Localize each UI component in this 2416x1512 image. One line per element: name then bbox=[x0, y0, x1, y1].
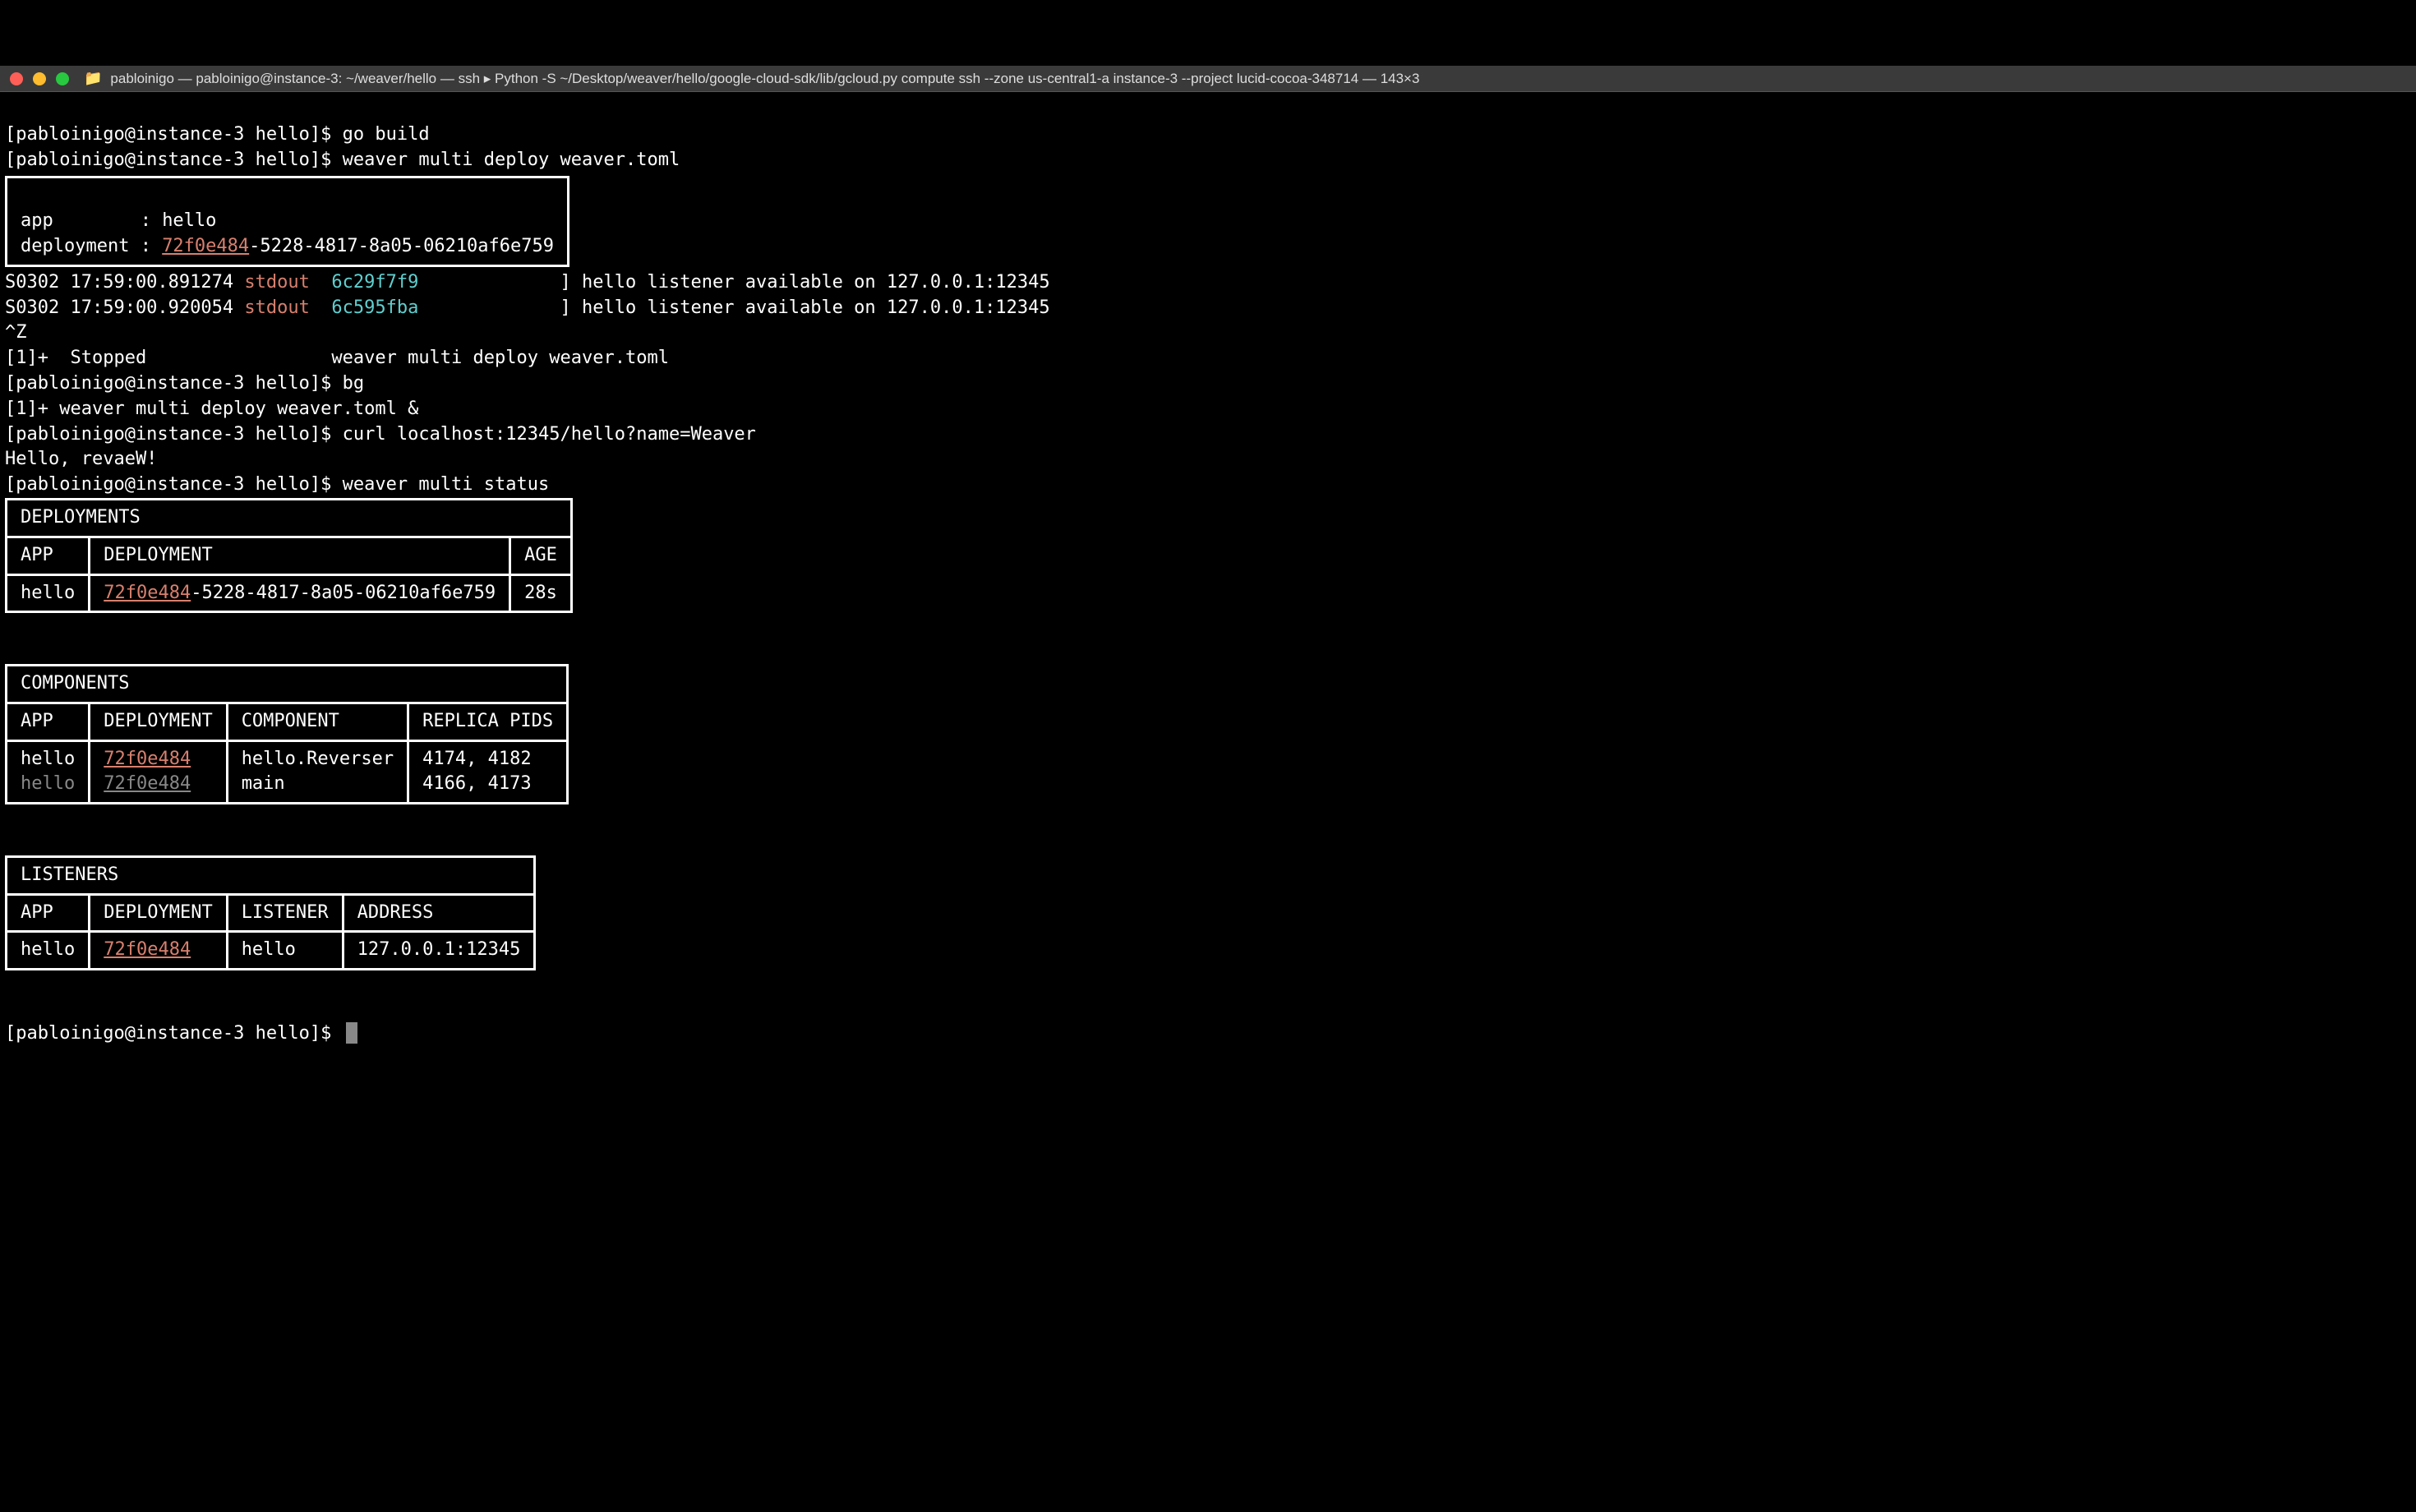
cell-age: 28s bbox=[510, 574, 572, 612]
app-value: hello bbox=[162, 210, 216, 231]
th-app: APP bbox=[7, 537, 90, 574]
th-age: AGE bbox=[510, 537, 572, 574]
cell-deployment-group: 72f0e484 72f0e484 bbox=[90, 740, 227, 804]
stdout-label: stdout bbox=[244, 272, 309, 293]
th-deployment: DEPLOYMENT bbox=[90, 537, 510, 574]
th-address: ADDRESS bbox=[343, 894, 535, 932]
deployment-label: deployment : bbox=[21, 236, 162, 256]
th-listener: LISTENER bbox=[227, 894, 343, 932]
minimize-button[interactable] bbox=[33, 72, 46, 85]
log-hash: 6c29f7f9 bbox=[331, 272, 418, 293]
deployment-link[interactable]: 72f0e484 bbox=[104, 773, 191, 794]
deployment-link[interactable]: 72f0e484 bbox=[104, 583, 191, 603]
maximize-button[interactable] bbox=[56, 72, 69, 85]
prompt-line: [pabloinigo@instance-3 hello]$ go build bbox=[5, 124, 430, 145]
app-label: app : bbox=[21, 210, 162, 231]
log-line: S0302 17:59:00.891274 stdout 6c29f7f9 ] … bbox=[5, 272, 1050, 293]
listeners-table: LISTENERS APPDEPLOYMENTLISTENERADDRESS h… bbox=[5, 855, 536, 970]
bg-output: [1]+ weaver multi deploy weaver.toml & bbox=[5, 399, 418, 419]
deployment-info-inner: app : hello deployment : 72f0e484-5228-4… bbox=[7, 204, 567, 265]
th-component: COMPONENT bbox=[227, 703, 408, 740]
table-row: hello72f0e484-5228-4817-8a05-06210af6e75… bbox=[7, 574, 572, 612]
cmd-build: go build bbox=[343, 124, 430, 145]
prompt-line: [pabloinigo@instance-3 hello]$ curl loca… bbox=[5, 424, 756, 445]
th-app: APP bbox=[7, 703, 90, 740]
deployments-title: DEPLOYMENTS bbox=[7, 499, 572, 537]
cursor bbox=[346, 1022, 357, 1044]
table-header-row: APPDEPLOYMENTCOMPONENTREPLICA PIDS bbox=[7, 703, 568, 740]
components-title: COMPONENTS bbox=[7, 665, 568, 703]
window-titlebar: 📁 pabloinigo — pabloinigo@instance-3: ~/… bbox=[0, 66, 2416, 92]
cell-listener: hello bbox=[227, 932, 343, 970]
table-row: hello72f0e484hello127.0.0.1:12345 bbox=[7, 932, 535, 970]
cell-app-group: hello hello bbox=[7, 740, 90, 804]
deployment-info-box: app : hello deployment : 72f0e484-5228-4… bbox=[5, 176, 569, 266]
cell-deployment: 72f0e484-5228-4817-8a05-06210af6e759 bbox=[90, 574, 510, 612]
th-pids: REPLICA PIDS bbox=[408, 703, 568, 740]
cmd-status: weaver multi status bbox=[343, 474, 550, 495]
close-button[interactable] bbox=[10, 72, 23, 85]
table-header-row: APPDEPLOYMENTAGE bbox=[7, 537, 572, 574]
stdout-label: stdout bbox=[244, 297, 309, 318]
curl-output: Hello, revaeW! bbox=[5, 449, 157, 469]
deployment-link[interactable]: 72f0e484 bbox=[104, 749, 191, 769]
cmd-bg: bg bbox=[343, 373, 365, 394]
th-deployment: DEPLOYMENT bbox=[90, 703, 227, 740]
stopped-line: [1]+ Stopped weaver multi deploy weaver.… bbox=[5, 348, 669, 368]
deployment-id-link[interactable]: 72f0e484 bbox=[162, 236, 249, 256]
th-app: APP bbox=[7, 894, 90, 932]
cell-address: 127.0.0.1:12345 bbox=[343, 932, 535, 970]
terminal-content[interactable]: [pabloinigo@instance-3 hello]$ go build … bbox=[0, 92, 2416, 1052]
ctrl-z: ^Z bbox=[5, 322, 27, 343]
deployment-link[interactable]: 72f0e484 bbox=[104, 939, 191, 960]
cell-app: hello bbox=[7, 574, 90, 612]
prompt-line: [pabloinigo@instance-3 hello]$ bbox=[5, 1023, 357, 1044]
listeners-title: LISTENERS bbox=[7, 856, 535, 894]
prompt-line: [pabloinigo@instance-3 hello]$ bg bbox=[5, 373, 364, 394]
components-table: COMPONENTS APPDEPLOYMENTCOMPONENTREPLICA… bbox=[5, 664, 569, 804]
table-header-row: APPDEPLOYMENTLISTENERADDRESS bbox=[7, 894, 535, 932]
letterbox-top bbox=[0, 0, 2416, 66]
cmd-deploy: weaver multi deploy weaver.toml bbox=[343, 150, 680, 170]
cell-pids-group: 4174, 4182 4166, 4173 bbox=[408, 740, 568, 804]
prompt-line: [pabloinigo@instance-3 hello]$ weaver mu… bbox=[5, 474, 549, 495]
cmd-curl: curl localhost:12345/hello?name=Weaver bbox=[343, 424, 756, 445]
deployments-table: DEPLOYMENTS APPDEPLOYMENTAGE hello72f0e4… bbox=[5, 498, 573, 613]
window-title: pabloinigo — pabloinigo@instance-3: ~/we… bbox=[110, 69, 1419, 89]
th-deployment: DEPLOYMENT bbox=[90, 894, 227, 932]
log-line: S0302 17:59:00.920054 stdout 6c595fba ] … bbox=[5, 297, 1050, 318]
deployment-id-rest: -5228-4817-8a05-06210af6e759 bbox=[249, 236, 554, 256]
prompt-line: [pabloinigo@instance-3 hello]$ weaver mu… bbox=[5, 150, 680, 170]
cell-app: hello bbox=[7, 932, 90, 970]
folder-icon: 📁 bbox=[84, 68, 102, 89]
log-hash: 6c595fba bbox=[331, 297, 418, 318]
cell-component-group: hello.Reverser main bbox=[227, 740, 408, 804]
cell-deployment: 72f0e484 bbox=[90, 932, 227, 970]
traffic-lights bbox=[10, 72, 69, 85]
